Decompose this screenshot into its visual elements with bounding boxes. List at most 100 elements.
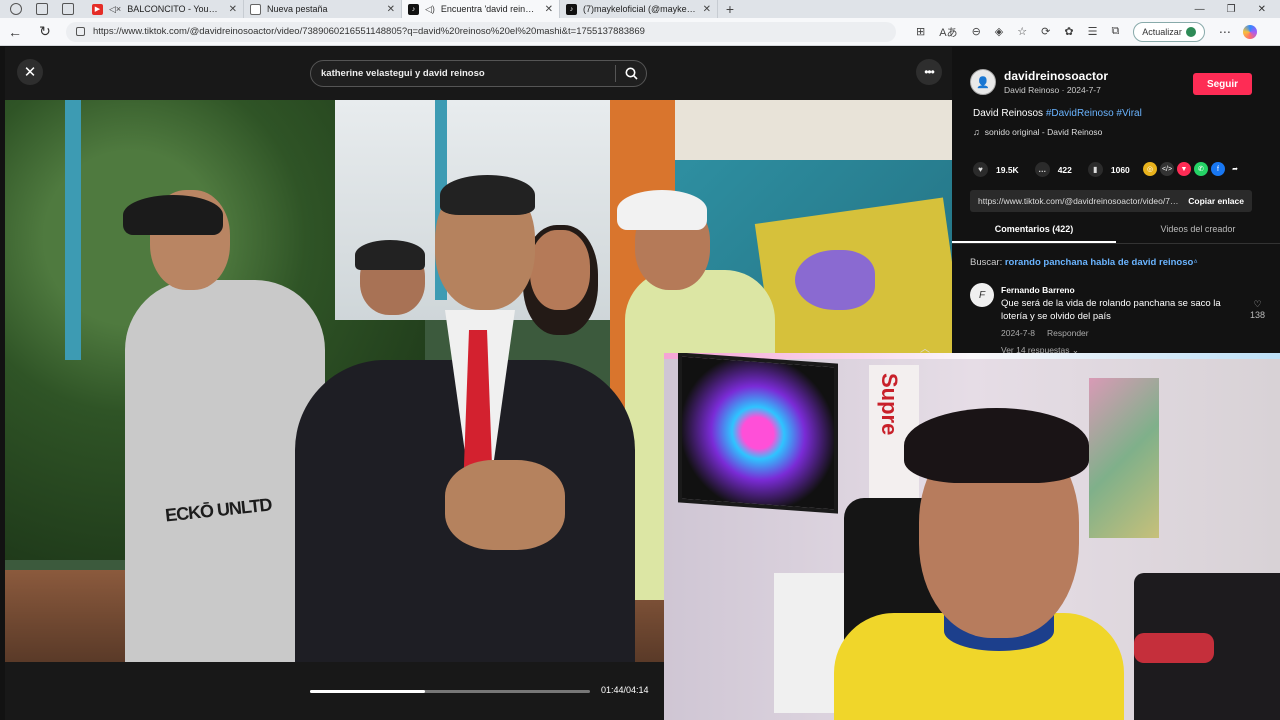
share-url-text[interactable]: https://www.tiktok.com/@davidreinosoacto… xyxy=(970,196,1180,206)
webcam-poster-logo: Supre xyxy=(877,373,902,436)
extensions-puzzle-icon[interactable]: ✿ xyxy=(1064,25,1073,38)
profile-icon[interactable] xyxy=(10,3,22,15)
description-text: David Reinosos xyxy=(973,108,1046,119)
heart-icon[interactable]: ♥ xyxy=(973,162,988,177)
tiktok-icon: ♪ xyxy=(408,3,419,15)
page-icon xyxy=(250,3,261,15)
comment-icon[interactable]: … xyxy=(1034,162,1050,177)
video-scene-pole xyxy=(65,100,81,360)
close-tab-icon[interactable]: ✕ xyxy=(387,4,395,15)
search-input[interactable]: katherine velastegui y david reinoso xyxy=(311,68,615,79)
favorites-icon[interactable]: ☰ xyxy=(1088,25,1098,38)
new-tab-button[interactable]: + xyxy=(718,1,742,17)
minimize-icon[interactable]: — xyxy=(1195,4,1205,15)
author-info: davidreinosoactor David Reinoso · 2024-7… xyxy=(1004,69,1108,95)
reply-button[interactable]: Responder xyxy=(1047,328,1089,338)
refresh-extension-icon[interactable]: ⟳ xyxy=(1041,25,1050,38)
apps-icon[interactable]: ⊞ xyxy=(916,25,925,38)
author-row: 👤 davidreinosoactor David Reinoso · 2024… xyxy=(970,69,1108,95)
person-right-cap xyxy=(617,190,707,230)
close-tab-icon[interactable]: ✕ xyxy=(545,4,553,15)
search-prefix: Buscar: xyxy=(970,257,1005,268)
like-count: 19.5K xyxy=(996,164,1019,175)
hashtag-link[interactable]: #Viral xyxy=(1116,108,1141,119)
search-bar[interactable]: katherine velastegui y david reinoso xyxy=(310,60,647,87)
read-aloud-icon[interactable]: Aあ xyxy=(939,24,957,40)
search-icon[interactable] xyxy=(616,67,646,80)
youtube-icon: ▶ xyxy=(92,3,103,15)
sound-link[interactable]: ♫ sonido original - David Reinoso xyxy=(973,127,1102,137)
share-arrow-icon[interactable]: ➦ xyxy=(1228,162,1242,176)
person-back-cap xyxy=(355,240,425,270)
more-options-button[interactable]: ••• xyxy=(916,59,942,85)
favorite-star-icon[interactable]: ☆ xyxy=(1017,25,1027,38)
browser-tab-tiktok-profile[interactable]: ♪ (7)maykeloficial (@maykeloficial) ✕ xyxy=(560,0,718,18)
browser-tab-new[interactable]: Nueva pestaña ✕ xyxy=(244,0,402,18)
back-button[interactable]: ← xyxy=(0,24,30,40)
more-options-icon[interactable]: ⋯ xyxy=(1219,25,1231,39)
speaker-muted-icon[interactable]: ◁× xyxy=(109,4,121,15)
coin-icon[interactable]: ◎ xyxy=(1143,162,1157,176)
restore-icon[interactable]: ❐ xyxy=(1227,4,1236,15)
close-video-button[interactable]: ✕ xyxy=(17,59,43,85)
tab-actions-icon[interactable] xyxy=(62,3,74,15)
update-button[interactable]: Actualizar xyxy=(1133,21,1205,42)
webcam-person-hair xyxy=(904,408,1089,483)
speaker-icon[interactable]: ◁) xyxy=(425,4,435,15)
collections-icon[interactable]: ⧉ xyxy=(1111,25,1119,38)
url-text: https://www.tiktok.com/@davidreinosoacto… xyxy=(93,26,645,37)
tab-creator-videos[interactable]: Videos del creador xyxy=(1116,219,1280,243)
workspaces-icon[interactable] xyxy=(36,3,48,15)
facebook-icon[interactable]: f xyxy=(1211,162,1225,176)
person-woman-head xyxy=(530,230,590,310)
window-controls: — ❐ ✕ xyxy=(1195,4,1280,15)
person-suit-hand xyxy=(445,460,565,550)
follow-button[interactable]: Seguir xyxy=(1193,73,1252,95)
search-suggestion-link[interactable]: rorando panchana habla de david reinoso xyxy=(1005,257,1193,268)
whatsapp-icon[interactable]: ✆ xyxy=(1194,162,1208,176)
tab-comments[interactable]: Comentarios (422) xyxy=(952,219,1116,243)
toolbar-icons: ⊞ Aあ ⊖ ◈ ☆ ⟳ ✿ ☰ ⧉ xyxy=(916,24,1119,40)
extension-icon[interactable]: ◈ xyxy=(995,25,1003,38)
close-window-icon[interactable]: ✕ xyxy=(1258,4,1266,15)
comment-count: 422 xyxy=(1057,164,1072,175)
zoom-icon[interactable]: ⊖ xyxy=(972,25,981,38)
copilot-icon[interactable] xyxy=(1242,24,1257,39)
close-tab-icon[interactable]: ✕ xyxy=(703,4,711,15)
avatar[interactable]: 👤 xyxy=(970,69,996,95)
address-bar-row: ← ↻ https://www.tiktok.com/@davidreinoso… xyxy=(0,18,1280,46)
comment-meta: 2024-7-8 Responder xyxy=(1001,328,1089,338)
tab-title: Nueva pestaña xyxy=(267,4,328,14)
video-progress-bar[interactable] xyxy=(310,690,590,693)
browser-tab-tiktok-search[interactable]: ♪ ◁) Encuentra 'david reinoso el c ✕ xyxy=(402,0,560,18)
music-note-icon: ♫ xyxy=(973,127,980,137)
reload-button[interactable]: ↻ xyxy=(30,23,60,40)
close-tab-icon[interactable]: ✕ xyxy=(229,4,237,15)
browser-system-icons xyxy=(0,3,86,15)
comment-like-count: 138 xyxy=(1250,310,1266,320)
avatar[interactable]: F xyxy=(970,283,994,307)
tab-title: (7)maykeloficial (@maykeloficial) xyxy=(583,4,697,14)
video-description: David Reinosos #DavidReinoso #Viral xyxy=(973,108,1142,119)
browser-tab-youtube[interactable]: ▶ ◁× BALCONCITO - YouTube ✕ xyxy=(86,0,244,18)
comment-text: Que será de la vida de rolando panchana … xyxy=(1001,298,1221,322)
heart-outline-icon[interactable]: ♡ xyxy=(1250,299,1265,310)
engagement-stats: ♥ 19.5K … 422 ▮ 1060 xyxy=(973,162,1138,177)
search-suggestion: Buscar: rorando panchana habla de david … xyxy=(970,257,1198,268)
chevron-up-icon[interactable]: ︿ xyxy=(920,340,930,355)
browser-tab-strip: ▶ ◁× BALCONCITO - YouTube ✕ Nueva pestañ… xyxy=(0,0,1280,18)
send-icon[interactable]: ▼ xyxy=(1177,162,1191,176)
search-arrow-icon: ᐞ xyxy=(1193,258,1198,267)
embed-icon[interactable]: </> xyxy=(1160,162,1174,176)
save-count: 1060 xyxy=(1110,164,1130,175)
author-username[interactable]: davidreinosoactor xyxy=(1004,69,1108,83)
bookmark-icon[interactable]: ▮ xyxy=(1087,162,1103,177)
person-suit-hair xyxy=(440,175,535,215)
share-url-box: https://www.tiktok.com/@davidreinosoacto… xyxy=(970,190,1252,212)
hashtag-link[interactable]: #DavidReinoso xyxy=(1046,108,1114,119)
comment-like[interactable]: ♡ 138 xyxy=(1250,299,1265,320)
comment-username[interactable]: Fernando Barreno xyxy=(1001,285,1075,295)
copy-link-button[interactable]: Copiar enlace xyxy=(1180,196,1252,206)
lock-icon[interactable] xyxy=(76,27,85,36)
url-input[interactable]: https://www.tiktok.com/@davidreinosoacto… xyxy=(66,21,896,42)
